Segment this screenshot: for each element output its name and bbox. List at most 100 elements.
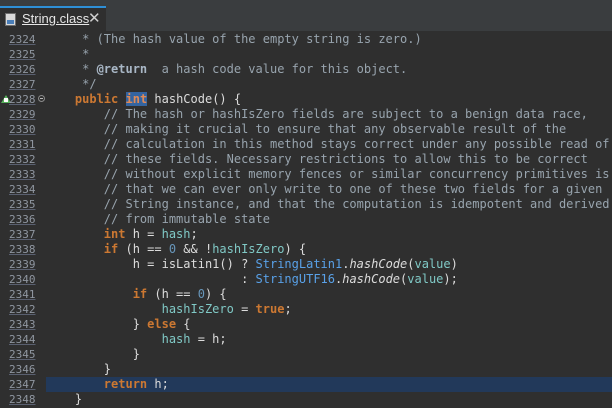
code-token: } bbox=[46, 317, 148, 331]
code-line[interactable]: * (The hash value of the empty string is… bbox=[46, 32, 612, 47]
line-number: 2339 bbox=[9, 258, 36, 271]
editor-tab-bar: String.class ✕ bbox=[0, 0, 612, 31]
code-line[interactable]: // without explicit memory fences or sim… bbox=[46, 167, 612, 182]
code-line[interactable]: */ bbox=[46, 77, 612, 92]
code-line[interactable]: } bbox=[46, 362, 612, 377]
code-token: else bbox=[147, 317, 177, 331]
line-number: 2345 bbox=[9, 348, 36, 361]
code-line[interactable]: // making it crucial to ensure that any … bbox=[46, 122, 612, 137]
code-token: * (The hash value of the empty string is… bbox=[46, 32, 422, 46]
code-token: hashCode bbox=[342, 272, 401, 286]
line-number: 2346 bbox=[9, 363, 36, 376]
code-token: && ! bbox=[176, 242, 213, 256]
code-token: if bbox=[103, 242, 119, 256]
code-token: if bbox=[132, 287, 148, 301]
code-token: // making it crucial to ensure that any … bbox=[46, 122, 567, 136]
line-number: 2333 bbox=[9, 168, 36, 181]
code-line[interactable]: if (h == 0 && !hashIsZero) { bbox=[46, 242, 612, 257]
code-editor[interactable]: 2324 2325 2326 2327 2328 2329 2330 2331 2332 2333… bbox=[0, 31, 612, 408]
line-number: 2344 bbox=[9, 333, 36, 346]
code-token: value bbox=[407, 272, 444, 286]
code-line[interactable]: if (h == 0) { bbox=[46, 287, 612, 302]
code-token: : bbox=[46, 272, 256, 286]
code-token: public bbox=[74, 92, 119, 106]
code-token: = bbox=[233, 302, 256, 316]
code-token: h; bbox=[147, 377, 169, 391]
code-token: // that we can ever only write to one of… bbox=[46, 182, 603, 196]
line-number: 2347 bbox=[9, 378, 36, 391]
code-token: } bbox=[46, 347, 140, 361]
line-number: 2331 bbox=[9, 138, 36, 151]
line-number: 2342 bbox=[9, 303, 36, 316]
code-line[interactable]: } else { bbox=[46, 317, 612, 332]
code-line[interactable]: : StringUTF16.hashCode(value); bbox=[46, 272, 612, 287]
line-number: 2330 bbox=[9, 123, 36, 136]
code-token: (h == bbox=[147, 287, 198, 301]
line-number: 2325 bbox=[9, 48, 36, 61]
code-token: // calculation in this method stays corr… bbox=[46, 137, 610, 151]
code-line[interactable]: hash = h; bbox=[46, 332, 612, 347]
code-line[interactable]: // from immutable state bbox=[46, 212, 612, 227]
code-line[interactable]: * @return a hash code value for this obj… bbox=[46, 62, 612, 77]
code-token: { bbox=[176, 317, 191, 331]
code-token: value bbox=[414, 257, 451, 271]
code-token: // without explicit memory fences or sim… bbox=[46, 167, 610, 181]
code-token: @return bbox=[96, 62, 148, 76]
code-token: ); bbox=[443, 272, 458, 286]
line-number: 2332 bbox=[9, 153, 36, 166]
code-token: a hash code value for this object. bbox=[147, 62, 408, 76]
code-line[interactable]: * bbox=[46, 47, 612, 62]
code-token: hashIsZero bbox=[212, 242, 285, 256]
code-token: */ bbox=[46, 77, 97, 91]
line-number: 2343 bbox=[9, 318, 36, 331]
code-line[interactable]: // String instance, and that the computa… bbox=[46, 197, 612, 212]
code-line[interactable]: // The hash or hashIsZero fields are sub… bbox=[46, 107, 612, 122]
code-token: // from immutable state bbox=[46, 212, 270, 226]
code-token: true bbox=[255, 302, 285, 316]
code-token: ) { bbox=[284, 242, 307, 256]
code-line[interactable]: h = isLatin1() ? StringLatin1.hashCode(v… bbox=[46, 257, 612, 272]
code-token: int bbox=[125, 92, 148, 106]
line-number: 2327 bbox=[9, 78, 36, 91]
code-token: ) { bbox=[204, 287, 227, 301]
code-token: int bbox=[103, 227, 126, 241]
code-token: // String instance, and that the computa… bbox=[46, 197, 610, 211]
code-token: h = isLatin1() ? bbox=[46, 257, 256, 271]
code-line[interactable]: // that we can ever only write to one of… bbox=[46, 182, 612, 197]
code-token: h = bbox=[125, 227, 162, 241]
code-line[interactable]: public int hashCode() { bbox=[46, 92, 612, 107]
line-number: 2328 bbox=[9, 93, 36, 106]
line-number: 2341 bbox=[9, 288, 36, 301]
code-token: // The hash or hashIsZero fields are sub… bbox=[46, 107, 588, 121]
class-file-icon bbox=[5, 13, 16, 26]
code-token: ) bbox=[450, 257, 458, 271]
line-number: 2338 bbox=[9, 243, 36, 256]
code-token: ; bbox=[284, 302, 292, 316]
line-number: 2340 bbox=[9, 273, 36, 286]
tab-string-class[interactable]: String.class ✕ bbox=[0, 6, 106, 31]
line-number: 2336 bbox=[9, 213, 36, 226]
code-line[interactable]: hashIsZero = true; bbox=[46, 302, 612, 317]
code-token: hashIsZero bbox=[161, 302, 234, 316]
code-token: 0 bbox=[168, 242, 177, 256]
code-line[interactable]: return h; bbox=[46, 377, 612, 392]
code-token: StringUTF16 bbox=[255, 272, 335, 286]
code-line[interactable]: // calculation in this method stays corr… bbox=[46, 137, 612, 152]
code-token: // these fields. Necessary restrictions … bbox=[46, 152, 588, 166]
code-line[interactable]: } bbox=[46, 347, 612, 362]
code-line[interactable]: } bbox=[46, 392, 612, 407]
code-line[interactable]: // these fields. Necessary restrictions … bbox=[46, 152, 612, 167]
code-line[interactable]: int h = hash; bbox=[46, 227, 612, 242]
code-area[interactable]: * (The hash value of the empty string is… bbox=[46, 31, 612, 408]
code-token: * bbox=[46, 62, 97, 76]
line-number: 2324 bbox=[9, 33, 36, 46]
line-number: 2334 bbox=[9, 183, 36, 196]
line-number: 2348 bbox=[9, 393, 36, 406]
close-tab-icon[interactable]: ✕ bbox=[88, 9, 101, 27]
